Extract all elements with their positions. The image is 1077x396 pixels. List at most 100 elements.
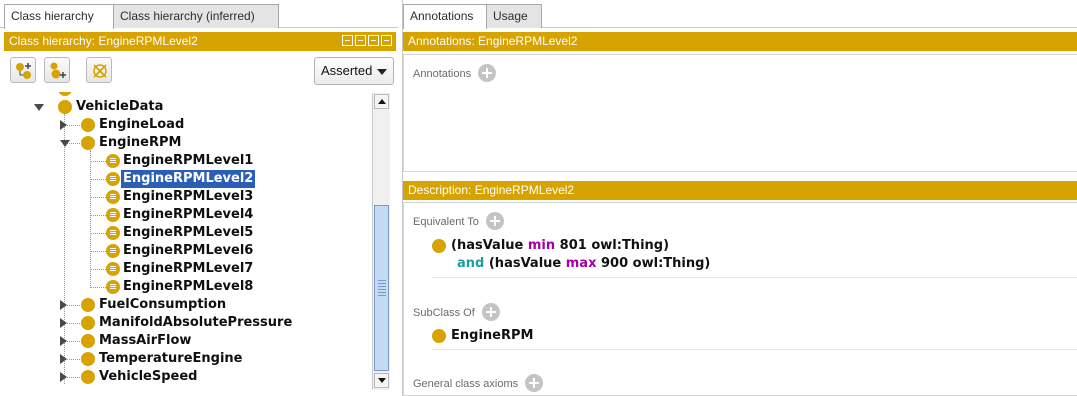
equivalent-expression-line1[interactable]: (hasValue min 801 owl:Thing) (451, 237, 669, 255)
add-general-axiom-icon[interactable] (525, 374, 544, 393)
tree-node-label: EngineRPMLevel8 (123, 279, 254, 294)
class-hierarchy-title: Class hierarchy: EngineRPMLevel2 (9, 34, 198, 48)
view-close-icon[interactable] (381, 35, 392, 46)
defined-class-icon (106, 208, 120, 222)
tree-connector (90, 233, 106, 234)
annotations-title-bar: Annotations: EngineRPMLevel2 (403, 32, 1077, 51)
scroll-up-button[interactable] (374, 94, 389, 109)
equivalent-to-label: Equivalent To (413, 216, 479, 228)
tree-connector (90, 179, 106, 180)
collapsed-arrow-icon[interactable] (60, 336, 67, 346)
expr-text: 801 owl:Thing) (555, 238, 670, 253)
tree-node-label: EngineRPMLevel7 (123, 261, 254, 276)
annotations-title: Annotations: EngineRPMLevel2 (408, 34, 578, 48)
divider (432, 349, 1077, 350)
divider (432, 277, 1077, 278)
defined-class-icon (106, 262, 120, 276)
tab-class-hierarchy[interactable]: Class hierarchy (4, 4, 114, 29)
equivalent-to-section: Equivalent To (413, 212, 504, 231)
arrow-down-icon (378, 378, 386, 383)
subclass-of-value[interactable]: EngineRPM (451, 327, 533, 345)
class-dot-icon (81, 298, 95, 312)
defined-class-icon (106, 226, 120, 240)
tree-node-label: EngineRPMLevel5 (123, 225, 254, 240)
collapsed-arrow-icon[interactable] (60, 120, 67, 130)
equivalent-expression-line2[interactable]: and (hasValue max 900 owl:Thing) (457, 255, 710, 273)
add-annotation-icon[interactable] (478, 64, 497, 83)
class-dot-icon (58, 100, 72, 114)
tree-node-label: EngineRPMLevel3 (123, 189, 254, 204)
class-hierarchy-title-bar: Class hierarchy: EngineRPMLevel2 (4, 32, 396, 51)
annotations-panel: Annotations (403, 54, 1077, 172)
class-hierarchy-pane: Class hierarchy Class hierarchy (inferre… (0, 0, 398, 396)
view-restore-icon[interactable] (355, 35, 366, 46)
expr-text: (hasValue (484, 256, 566, 271)
general-axioms-label: General class axioms (413, 378, 519, 390)
collapsed-arrow-icon[interactable] (60, 300, 67, 310)
add-equivalent-icon[interactable] (485, 212, 504, 231)
annotations-section: Annotations (413, 64, 497, 83)
defined-class-icon (106, 172, 120, 186)
left-tab-strip: Class hierarchy Class hierarchy (inferre… (0, 0, 398, 29)
class-dot-icon (81, 118, 95, 132)
annotations-label: Annotations (413, 68, 472, 80)
description-title-bar: Description: EngineRPMLevel2 (403, 181, 1077, 200)
class-tree: VehicleData EngineLoad EngineRPM EngineR… (0, 92, 371, 396)
class-details-pane: Annotations Usage Annotations: EngineRPM… (402, 0, 1077, 396)
defined-class-icon (106, 190, 120, 204)
tree-node-label: EngineRPMLevel4 (123, 207, 254, 222)
tree-node-label: VehicleSpeed (99, 369, 198, 384)
defined-class-icon (106, 280, 120, 294)
tree-connector (90, 215, 106, 216)
tree-node-label: ManifoldAbsolutePressure (99, 315, 293, 330)
add-sibling-button[interactable] (44, 57, 70, 83)
collapsed-arrow-icon[interactable] (60, 354, 67, 364)
tree-node-label: VehicleData (76, 99, 164, 114)
tree-node-label: EngineLoad (99, 117, 185, 132)
tree-connector (90, 197, 106, 198)
tree-node-label: EngineRPMLevel1 (123, 153, 254, 168)
tree-connector (90, 269, 106, 270)
tree-scrollbar[interactable] (372, 93, 390, 390)
scroll-down-button[interactable] (374, 373, 389, 388)
asserted-dropdown[interactable]: Asserted (314, 57, 394, 85)
collapsed-arrow-icon[interactable] (60, 372, 67, 382)
keyword-min: min (527, 238, 556, 253)
view-minimize-icon[interactable] (342, 35, 353, 46)
view-controls (342, 35, 392, 46)
expr-text: 900 owl:Thing) (596, 256, 711, 271)
view-maximize-icon[interactable] (368, 35, 379, 46)
defined-class-icon (106, 244, 120, 258)
class-dot-icon (81, 352, 95, 366)
tab-annotations[interactable]: Annotations (403, 4, 487, 29)
tree-node-label: EngineRPMLevel2 (121, 170, 256, 188)
scrollbar-thumb[interactable] (374, 205, 389, 371)
tab-usage[interactable]: Usage (486, 4, 542, 28)
class-dot-icon (58, 92, 72, 96)
right-tab-strip: Annotations Usage (403, 0, 1077, 29)
grip-icon (378, 280, 386, 296)
class-dot-icon (81, 136, 95, 150)
tree-connector (90, 287, 106, 288)
delete-class-icon (93, 64, 107, 78)
add-superclass-icon[interactable] (481, 303, 500, 322)
expanded-arrow-icon[interactable] (34, 104, 44, 111)
tree-connector (90, 251, 106, 252)
expanded-arrow-icon[interactable] (60, 140, 70, 147)
chevron-down-icon (377, 69, 387, 75)
keyword-and: and (457, 256, 485, 271)
tab-class-hierarchy-inferred[interactable]: Class hierarchy (inferred) (113, 4, 279, 28)
defined-class-icon (106, 154, 120, 168)
tree-connector (90, 150, 91, 286)
tree-node-label: MassAirFlow (99, 333, 192, 348)
expr-text: (hasValue (451, 238, 528, 253)
description-title: Description: EngineRPMLevel2 (408, 183, 575, 197)
class-dot-icon (432, 329, 446, 343)
tree-node-label: EngineRPM (99, 135, 182, 150)
collapsed-arrow-icon[interactable] (60, 318, 67, 328)
delete-class-button[interactable] (86, 57, 112, 83)
add-subclass-icon (16, 63, 31, 79)
tree-node-label: TemperatureEngine (99, 351, 243, 366)
tree-node-label: FuelConsumption (99, 297, 227, 312)
add-subclass-button[interactable] (10, 57, 36, 83)
